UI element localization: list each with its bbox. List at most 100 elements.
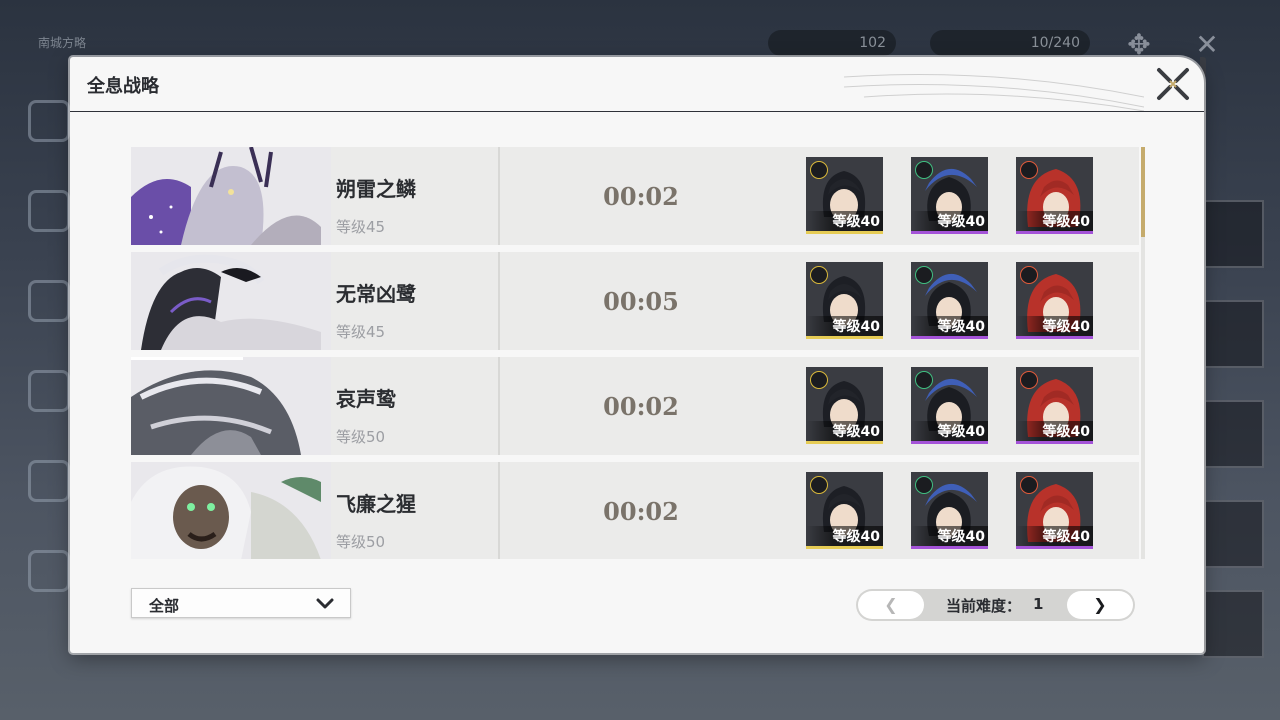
team-member-3[interactable]: 等级40 [1016, 367, 1093, 444]
rarity-bar [1016, 336, 1093, 339]
character-level: 等级40 [806, 421, 883, 441]
rarity-bar [806, 336, 883, 339]
character-level: 等级40 [1016, 526, 1093, 546]
team-member-1[interactable]: 等级40 [806, 367, 883, 444]
background-close-icon: ✕ [1195, 28, 1219, 61]
boss-name: 朔雷之鳞 [336, 177, 416, 201]
rarity-bar [1016, 546, 1093, 549]
team-member-2[interactable]: 等级40 [911, 472, 988, 549]
boss-row[interactable]: 朔雷之鳞 等级45 00:02 等级40 等级40 等级40 [131, 147, 1139, 245]
spectro-element-icon [810, 371, 828, 389]
rarity-bar [1016, 231, 1093, 234]
row-divider [498, 252, 500, 350]
fusion-element-icon [1020, 266, 1038, 284]
clear-time: 00:02 [603, 497, 679, 526]
team-member-2[interactable]: 等级40 [911, 262, 988, 339]
rail-icon [28, 370, 70, 412]
aero-element-icon [915, 266, 933, 284]
team-member-3[interactable]: 等级40 [1016, 472, 1093, 549]
aero-element-icon [915, 371, 933, 389]
boss-level: 等级45 [336, 218, 386, 236]
team-member-1[interactable]: 等级40 [806, 157, 883, 234]
spectro-element-icon [810, 266, 828, 284]
boss-level: 等级45 [336, 323, 386, 341]
difficulty-label: 当前难度： [946, 597, 1022, 615]
holo-strategy-panel: 全息战略 朔雷之鳞 等级45 00:02 等级40 等级40 等级40 无常凶鹭… [70, 57, 1204, 653]
filter-dropdown[interactable]: 全部 [131, 588, 351, 618]
fusion-element-icon [1020, 476, 1038, 494]
bg-cell [1202, 300, 1264, 368]
rarity-bar [911, 336, 988, 339]
rail-icon [28, 280, 70, 322]
team-member-1[interactable]: 等级40 [806, 472, 883, 549]
boss-portrait [131, 252, 331, 350]
filter-selected-label: 全部 [149, 597, 180, 615]
rarity-bar [806, 231, 883, 234]
team-member-2[interactable]: 等级40 [911, 367, 988, 444]
rarity-bar [911, 546, 988, 549]
character-level: 等级40 [1016, 211, 1093, 231]
bg-cell [1202, 500, 1264, 568]
bg-cell [1202, 590, 1264, 658]
character-level: 等级40 [911, 526, 988, 546]
aero-element-icon [915, 161, 933, 179]
rail-icon [28, 460, 70, 502]
team-member-3[interactable]: 等级40 [1016, 157, 1093, 234]
close-icon [1157, 68, 1189, 100]
rail-icon [28, 190, 70, 232]
clear-time: 00:05 [603, 287, 679, 316]
boss-portrait [131, 462, 331, 559]
row-divider [498, 357, 500, 455]
panel-header: 全息战略 [70, 57, 1204, 112]
boss-name: 哀声鸷 [336, 387, 396, 411]
fusion-element-icon [1020, 161, 1038, 179]
boss-list[interactable]: 朔雷之鳞 等级45 00:02 等级40 等级40 等级40 无常凶鹭 等级45… [131, 147, 1139, 559]
panel-title: 全息战略 [87, 76, 159, 97]
rarity-bar [1016, 441, 1093, 444]
character-level: 等级40 [911, 316, 988, 336]
bg-cell [1202, 200, 1264, 268]
row-divider [498, 147, 500, 245]
boss-level: 等级50 [336, 428, 386, 446]
character-level: 等级40 [911, 421, 988, 441]
boss-portrait [131, 357, 331, 455]
boss-row[interactable]: 飞廉之猩 等级50 00:02 等级40 等级40 等级40 [131, 462, 1139, 559]
background-title: 南城方略 [38, 36, 87, 50]
boss-name: 无常凶鹭 [336, 282, 416, 306]
scrollbar-thumb[interactable] [1141, 147, 1145, 237]
team-member-2[interactable]: 等级40 [911, 157, 988, 234]
boss-row[interactable]: 哀声鸷 等级50 00:02 等级40 等级40 等级40 [131, 357, 1139, 455]
bg-cell [1202, 400, 1264, 468]
character-level: 等级40 [806, 211, 883, 231]
background-left-rail [0, 60, 70, 680]
chevron-down-icon [316, 598, 334, 609]
boss-portrait [131, 147, 331, 245]
background-right-column [1202, 200, 1264, 660]
clear-time: 00:02 [603, 182, 679, 211]
previous-difficulty-button[interactable]: ❮ [858, 591, 924, 619]
difficulty-pager: ❮ 当前难度： 1 ❯ [856, 589, 1135, 621]
boss-level: 等级50 [336, 533, 386, 551]
clear-time: 00:02 [603, 392, 679, 421]
next-difficulty-button[interactable]: ❯ [1067, 591, 1133, 619]
settings-icon: ✥ [1127, 28, 1151, 61]
team-member-1[interactable]: 等级40 [806, 262, 883, 339]
character-level: 等级40 [806, 316, 883, 336]
character-level: 等级40 [911, 211, 988, 231]
team-member-3[interactable]: 等级40 [1016, 262, 1093, 339]
character-level: 等级40 [1016, 316, 1093, 336]
rarity-bar [911, 441, 988, 444]
currency-pill-2: 10/240 [930, 30, 1090, 56]
boss-name: 飞廉之猩 [336, 492, 416, 516]
aero-element-icon [915, 476, 933, 494]
header-decoration [844, 74, 1144, 111]
fusion-element-icon [1020, 371, 1038, 389]
difficulty-value: 1 [1033, 595, 1044, 613]
boss-row[interactable]: 无常凶鹭 等级45 00:05 等级40 等级40 等级40 [131, 252, 1139, 350]
spectro-element-icon [810, 476, 828, 494]
rail-icon [28, 100, 70, 142]
row-divider [498, 462, 500, 559]
rarity-bar [806, 441, 883, 444]
spectro-element-icon [810, 161, 828, 179]
close-button[interactable] [1156, 67, 1190, 101]
